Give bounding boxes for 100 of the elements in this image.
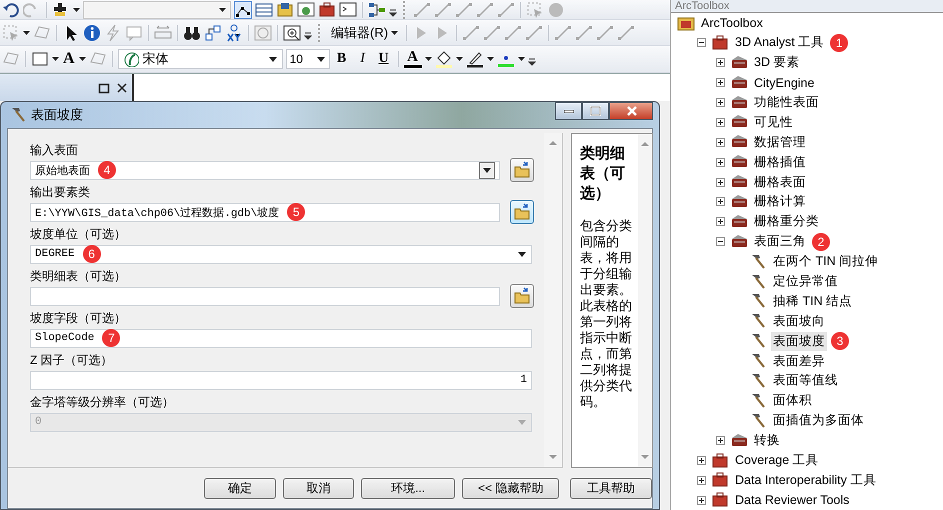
close-button[interactable] (609, 102, 653, 120)
toolbox-item[interactable]: Data Reviewer Tools (733, 492, 852, 508)
help-text: 包含分类间隔的表，将用于分组输出要素。此表格的第一列将指示中断点，而第二列将提供分类代码。 (580, 218, 633, 410)
rectangle-icon[interactable] (31, 50, 49, 68)
close-icon[interactable] (116, 82, 128, 94)
toolbox-item[interactable]: 数据管理 (752, 132, 808, 152)
scale-field[interactable] (83, 0, 231, 18)
font-color-button[interactable]: A (404, 50, 422, 68)
expand-button[interactable] (715, 116, 726, 128)
bold-button[interactable]: B (332, 51, 351, 67)
expand-button[interactable] (696, 455, 707, 466)
tool-item[interactable]: 表面差异 (771, 352, 827, 371)
font-size-field[interactable]: 10 (286, 49, 330, 69)
tool-item[interactable]: 抽稀 TIN 结点 (771, 292, 854, 311)
minimize-button[interactable] (555, 102, 582, 120)
combo-box[interactable]: 原始地表面 4 (30, 160, 500, 180)
toolbox-item[interactable]: 表面三角 (752, 232, 808, 252)
underline-button[interactable]: U (374, 51, 393, 67)
toolbox-item[interactable]: ArcToolbox (699, 14, 765, 31)
step-marker: 6 (82, 245, 101, 263)
dropdown-arrow-icon (482, 165, 492, 175)
expand-button[interactable] (715, 196, 726, 208)
cancel-button[interactable]: 取消 (282, 478, 354, 498)
tool-item[interactable]: 在两个 TIN 间拉伸 (771, 252, 880, 272)
toolbox-item[interactable]: 转换 (752, 431, 782, 450)
caret-icon[interactable] (52, 57, 59, 61)
expand-button[interactable] (715, 435, 726, 446)
tool-item[interactable]: 表面坡度 (771, 332, 827, 351)
caret-icon[interactable] (23, 30, 30, 34)
scroll-up-icon (640, 140, 650, 148)
browse-button[interactable] (510, 200, 534, 224)
ok-button[interactable]: 确定 (204, 478, 276, 498)
expand-button[interactable] (715, 77, 726, 88)
dropdown-field[interactable]: DEGREE 6 (30, 244, 532, 264)
expand-button[interactable] (715, 176, 726, 188)
italic-button[interactable]: I (354, 51, 372, 67)
input-field[interactable]: SlopeCode 7 (30, 328, 532, 348)
toolbox-icon (711, 452, 729, 470)
expand-button[interactable] (715, 156, 726, 168)
tool-item[interactable]: 定位异常值 (771, 272, 840, 292)
input-field[interactable]: E:\YYW\GIS_data\chp06\过程数据.gdb\坡度 5 (30, 202, 500, 222)
caret-icon[interactable] (456, 57, 463, 61)
hide-help-button[interactable]: << 隐藏帮助 (462, 478, 560, 498)
caret-icon[interactable] (518, 57, 525, 61)
text-tool-button[interactable]: A (62, 50, 76, 68)
editor-menu[interactable]: 编辑器(R) (328, 24, 402, 42)
expand-button[interactable] (715, 97, 726, 108)
expand-button[interactable] (715, 57, 726, 68)
toolbox-item[interactable]: CityEngine (752, 74, 816, 91)
toolbox-item[interactable]: 栅格计算 (752, 192, 808, 212)
toolbox-item[interactable]: 3D Analyst 工具 (733, 33, 826, 52)
toolbox-item[interactable]: 栅格重分类 (752, 212, 821, 232)
route-icon[interactable] (204, 24, 222, 42)
browse-button[interactable] (510, 284, 534, 308)
collapse-button[interactable] (696, 37, 707, 48)
step-marker: 5 (287, 203, 306, 221)
command-window-icon[interactable] (339, 0, 357, 18)
tool-item[interactable]: 面体积 (771, 391, 814, 410)
browse-button[interactable] (510, 158, 534, 182)
caret-icon[interactable] (73, 8, 80, 12)
font-field[interactable]: 宋体 (118, 49, 283, 69)
toolbox-item[interactable]: Data Interoperability 工具 (733, 470, 878, 490)
caret-icon[interactable] (486, 57, 494, 61)
environments-button[interactable]: 环境... (361, 478, 455, 498)
toolbox-item[interactable]: 3D 要素 (752, 53, 802, 72)
expand-button[interactable] (715, 136, 726, 148)
tool-item[interactable]: 表面等值线 (771, 371, 840, 390)
caret-icon[interactable] (424, 57, 432, 61)
go-to-xy-icon[interactable] (225, 24, 243, 42)
toolbox-item[interactable]: 可见性 (752, 112, 795, 132)
scrollbar[interactable] (638, 134, 652, 467)
model-icon[interactable] (368, 0, 386, 18)
edit-vertices-icon[interactable] (234, 0, 252, 18)
info-icon[interactable] (83, 24, 101, 42)
toolbox-icon[interactable] (318, 0, 336, 18)
pen-icon[interactable] (466, 50, 484, 68)
scrollbar[interactable] (544, 133, 562, 467)
number-field[interactable]: 1 (30, 370, 532, 390)
tool-item[interactable]: 面插值为多面体 (771, 411, 866, 430)
parameter-label: 金字塔等级分辨率（可选） (30, 395, 175, 409)
caret-icon[interactable] (219, 8, 226, 12)
expand-button[interactable] (696, 474, 707, 486)
toolbox-item[interactable]: 栅格表面 (752, 172, 808, 192)
expand-button[interactable] (696, 494, 707, 506)
toolbox-item[interactable]: 栅格插值 (752, 152, 808, 172)
table-icon[interactable] (255, 0, 273, 18)
toolbox-item[interactable]: Coverage 工具 (733, 451, 821, 470)
dropdown-arrow-icon (268, 54, 278, 64)
tool-item[interactable]: 表面坡向 (771, 312, 827, 331)
expand-button[interactable] (715, 216, 726, 228)
input-field[interactable] (30, 286, 500, 306)
tool-help-button[interactable]: 工具帮助 (570, 478, 652, 498)
maximize-icon[interactable] (98, 82, 110, 94)
maximize-button[interactable] (582, 102, 609, 120)
undo-icon[interactable] (2, 0, 20, 18)
caret-icon[interactable] (78, 57, 86, 61)
measure-icon[interactable] (154, 24, 172, 42)
toolbox-item[interactable]: 功能性表面 (752, 93, 821, 112)
collapse-button[interactable] (715, 236, 726, 248)
zoom-window-icon[interactable] (283, 24, 301, 42)
